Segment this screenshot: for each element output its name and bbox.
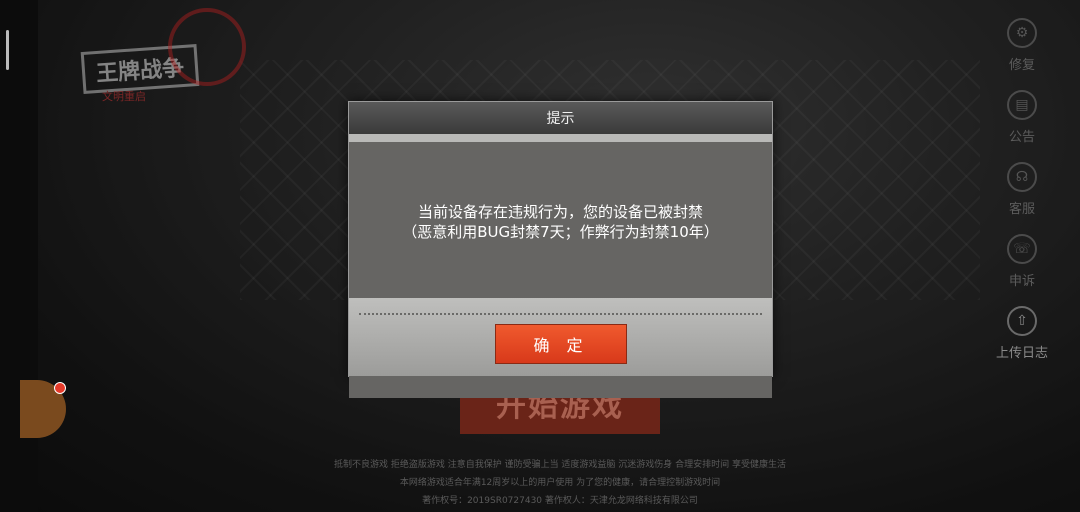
headset-icon: ☊	[1007, 162, 1037, 192]
side-item-label: 公告	[1008, 130, 1035, 145]
appeal-icon: ☏	[1007, 234, 1037, 264]
dialog-footer: 确 定	[349, 298, 772, 376]
dialog-message-line: 当前设备存在违规行为，您的设备已被封禁	[417, 203, 703, 221]
edge-handle[interactable]	[6, 30, 9, 70]
dialog-message: 当前设备存在违规行为，您的设备已被封禁 （恶意利用BUG封禁7天；作弊行为封禁1…	[349, 202, 772, 242]
side-item-repair[interactable]: ⚙ 修复	[992, 12, 1052, 74]
side-item-appeal[interactable]: ☏ 申诉	[992, 228, 1052, 290]
biohazard-icon	[168, 8, 246, 86]
dialog-title: 提示	[349, 102, 772, 134]
side-item-label: 申诉	[1008, 274, 1035, 289]
confirm-button[interactable]: 确 定	[495, 324, 627, 364]
side-item-service[interactable]: ☊ 客服	[992, 156, 1052, 218]
copyright-notice: 著作权号：2019SR0727430 著作权人：天津允龙网络科技有限公司	[422, 496, 698, 506]
gear-icon: ⚙	[1007, 18, 1037, 48]
dotted-divider	[359, 313, 762, 315]
age-notice: 本网络游戏适合年满12周岁以上的用户使用 为了您的健康，请合理控制游戏时间	[399, 478, 721, 488]
side-item-label: 上传日志	[995, 346, 1048, 361]
logo-subtitle: 文明重启	[102, 90, 146, 103]
notification-dot	[54, 382, 66, 394]
side-item-label: 客服	[1008, 202, 1035, 217]
side-menu: ⚙ 修复 ▤ 公告 ☊ 客服 ☏ 申诉 ⇧ 上传日志	[992, 12, 1052, 372]
notice-icon: ▤	[1007, 90, 1037, 120]
ban-dialog: 提示 当前设备存在违规行为，您的设备已被封禁 （恶意利用BUG封禁7天；作弊行为…	[348, 101, 773, 398]
side-item-notice[interactable]: ▤ 公告	[992, 84, 1052, 146]
dialog-title-strip	[349, 134, 772, 142]
side-item-label: 修复	[1008, 58, 1035, 73]
dialog-message-line: （恶意利用BUG封禁7天；作弊行为封禁10年）	[402, 223, 719, 241]
side-item-upload-log[interactable]: ⇧ 上传日志	[992, 300, 1052, 362]
upload-icon: ⇧	[1007, 306, 1037, 336]
health-notice: 抵制不良游戏 拒绝盗版游戏 注意自我保护 谨防受骗上当 适度游戏益脑 沉迷游戏伤…	[333, 460, 787, 470]
